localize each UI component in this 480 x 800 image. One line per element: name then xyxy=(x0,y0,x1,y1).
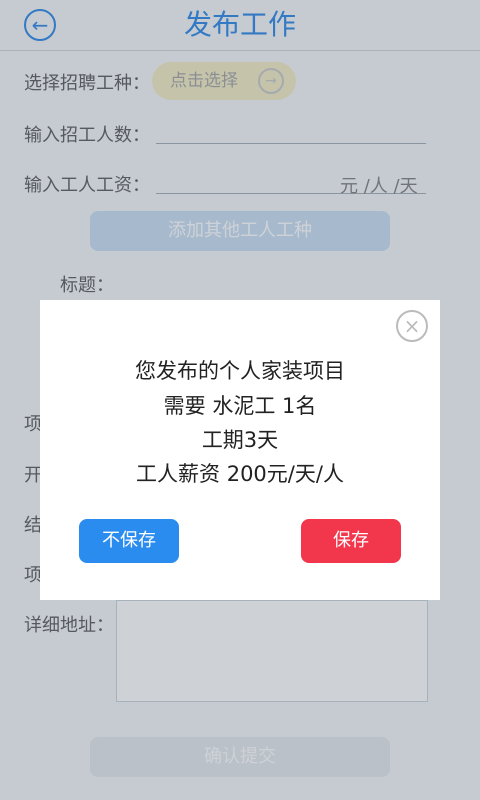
dialog-line-need: 需要 水泥工 1名 xyxy=(163,394,317,418)
dialog-line-duration: 工期3天 xyxy=(201,428,279,452)
dialog-line-wage: 工人薪资 200元/天/人 xyxy=(136,462,344,486)
confirm-dialog: × 您发布的个人家装项目 需要 水泥工 1名 工期3天 工人薪资 200元/天/… xyxy=(40,300,440,600)
dont-save-button[interactable]: 不保存 xyxy=(79,519,179,563)
close-circle-icon[interactable]: × xyxy=(396,310,428,342)
dialog-line-project: 您发布的个人家装项目 xyxy=(135,359,345,383)
save-button[interactable]: 保存 xyxy=(301,519,401,563)
